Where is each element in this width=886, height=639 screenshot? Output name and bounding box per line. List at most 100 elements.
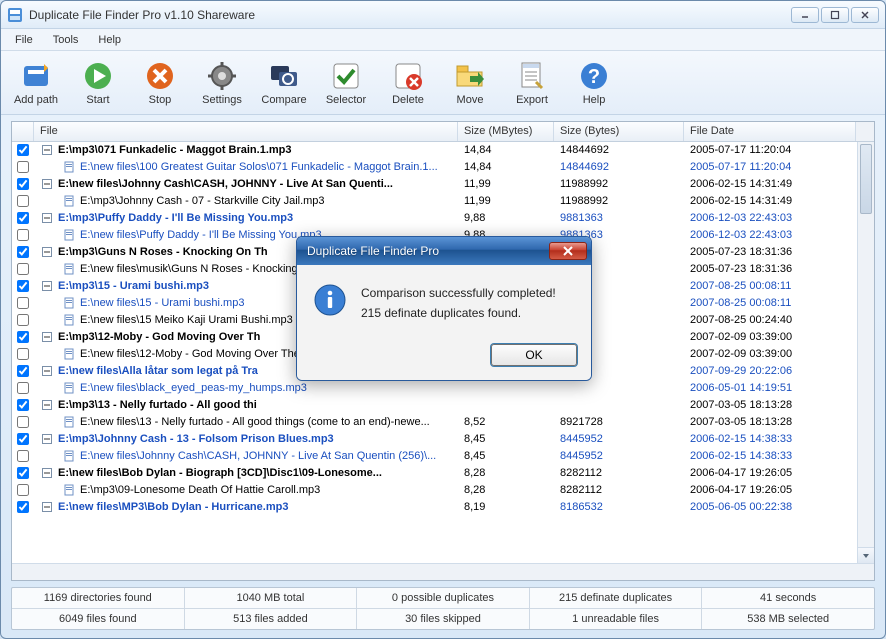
selector-button[interactable]: Selector: [315, 54, 377, 112]
file-icon: [62, 296, 76, 310]
row-checkbox[interactable]: [17, 178, 29, 190]
addpath-icon: [20, 60, 52, 92]
file-path: E:\new files\13 - Nelly furtado - All go…: [80, 416, 430, 428]
row-checkbox[interactable]: [17, 195, 29, 207]
collapse-icon[interactable]: [40, 398, 54, 412]
table-row[interactable]: E:\mp3\09-Lonesome Death Of Hattie Carol…: [12, 482, 874, 499]
column-file[interactable]: File: [34, 122, 458, 141]
window-title: Duplicate File Finder Pro v1.10 Sharewar…: [29, 8, 791, 22]
stop-button[interactable]: Stop: [129, 54, 191, 112]
collapse-icon[interactable]: [40, 211, 54, 225]
row-checkbox[interactable]: [17, 450, 29, 462]
collapse-icon[interactable]: [40, 466, 54, 480]
table-row[interactable]: E:\mp3\13 - Nelly furtado - All good thi…: [12, 397, 874, 414]
row-checkbox[interactable]: [17, 144, 29, 156]
close-button[interactable]: [851, 7, 879, 23]
file-icon: [62, 449, 76, 463]
file-date: 2007-02-09 03:39:00: [684, 348, 856, 360]
table-row[interactable]: E:\new files\13 - Nelly furtado - All go…: [12, 414, 874, 431]
column-size-mb[interactable]: Size (MBytes): [458, 122, 554, 141]
help-button[interactable]: ? Help: [563, 54, 625, 112]
info-icon: [313, 283, 347, 317]
dialog-footer: OK: [297, 336, 591, 380]
collapse-icon[interactable]: [40, 432, 54, 446]
row-checkbox[interactable]: [17, 229, 29, 241]
collapse-icon[interactable]: [40, 279, 54, 293]
menu-file[interactable]: File: [5, 31, 43, 49]
statusbar: 1169 directories found 1040 MB total 0 p…: [11, 587, 875, 630]
selector-icon: [330, 60, 362, 92]
row-checkbox[interactable]: [17, 382, 29, 394]
file-path: E:\new files\15 Meiko Kaji Urami Bushi.m…: [80, 314, 293, 326]
table-row[interactable]: E:\new files\100 Greatest Guitar Solos\0…: [12, 159, 874, 176]
row-checkbox[interactable]: [17, 280, 29, 292]
compare-label: Compare: [261, 94, 306, 106]
move-button[interactable]: Move: [439, 54, 501, 112]
file-date: 2007-08-25 00:08:11: [684, 297, 856, 309]
row-checkbox[interactable]: [17, 399, 29, 411]
compare-button[interactable]: Compare: [253, 54, 315, 112]
file-path: E:\new files\Alla låtar som legat på Tra: [58, 365, 258, 377]
collapse-icon[interactable]: [40, 330, 54, 344]
column-size-b[interactable]: Size (Bytes): [554, 122, 684, 141]
minimize-button[interactable]: [791, 7, 819, 23]
dialog-ok-button[interactable]: OK: [491, 344, 577, 366]
file-date: 2006-12-03 22:43:03: [684, 229, 856, 241]
table-row[interactable]: E:\new files\Bob Dylan - Biograph [3CD]\…: [12, 465, 874, 482]
row-checkbox[interactable]: [17, 365, 29, 377]
maximize-button[interactable]: [821, 7, 849, 23]
vertical-scrollbar[interactable]: [857, 142, 874, 563]
column-check[interactable]: [12, 122, 34, 141]
scrollbar-thumb[interactable]: [860, 144, 872, 214]
row-checkbox[interactable]: [17, 484, 29, 496]
row-checkbox[interactable]: [17, 433, 29, 445]
size-bytes: 8445952: [554, 433, 684, 445]
row-checkbox[interactable]: [17, 348, 29, 360]
addpath-button[interactable]: Add path: [5, 54, 67, 112]
settings-button[interactable]: Settings: [191, 54, 253, 112]
row-checkbox[interactable]: [17, 263, 29, 275]
table-row[interactable]: E:\mp3\Johnny Cash - 07 - Starkville Cit…: [12, 193, 874, 210]
row-checkbox[interactable]: [17, 331, 29, 343]
file-date: 2005-07-23 18:31:36: [684, 246, 856, 258]
status-selected: 538 MB selected: [702, 609, 874, 629]
delete-button[interactable]: Delete: [377, 54, 439, 112]
row-checkbox[interactable]: [17, 416, 29, 428]
table-row[interactable]: E:\mp3\071 Funkadelic - Maggot Brain.1.m…: [12, 142, 874, 159]
column-date[interactable]: File Date: [684, 122, 856, 141]
file-path: E:\mp3\09-Lonesome Death Of Hattie Carol…: [80, 484, 320, 496]
dialog-close-button[interactable]: [549, 242, 587, 260]
table-row[interactable]: E:\new files\Johnny Cash\CASH, JOHNNY - …: [12, 448, 874, 465]
row-checkbox[interactable]: [17, 246, 29, 258]
menu-tools[interactable]: Tools: [43, 31, 89, 49]
collapse-icon[interactable]: [40, 177, 54, 191]
row-checkbox[interactable]: [17, 161, 29, 173]
table-row[interactable]: E:\new files\MP3\Bob Dylan - Hurricane.m…: [12, 499, 874, 516]
file-icon: [62, 313, 76, 327]
row-checkbox[interactable]: [17, 297, 29, 309]
status-definate: 215 definate duplicates: [530, 588, 703, 608]
scroll-down-arrow[interactable]: [858, 547, 874, 563]
row-checkbox[interactable]: [17, 314, 29, 326]
table-row[interactable]: E:\new files\Johnny Cash\CASH, JOHNNY - …: [12, 176, 874, 193]
dialog-titlebar[interactable]: Duplicate File Finder Pro: [297, 237, 591, 265]
collapse-icon[interactable]: [40, 364, 54, 378]
collapse-icon[interactable]: [40, 245, 54, 259]
table-row[interactable]: E:\new files\black_eyed_peas-my_humps.mp…: [12, 380, 874, 397]
start-button[interactable]: Start: [67, 54, 129, 112]
collapse-icon[interactable]: [40, 143, 54, 157]
stop-label: Stop: [149, 94, 172, 106]
table-row[interactable]: E:\mp3\Puffy Daddy - I'll Be Missing You…: [12, 210, 874, 227]
menu-help[interactable]: Help: [88, 31, 131, 49]
horizontal-scrollbar[interactable]: [12, 563, 874, 580]
size-mb: 11,99: [458, 195, 554, 207]
row-checkbox[interactable]: [17, 467, 29, 479]
size-mb: 11,99: [458, 178, 554, 190]
completion-dialog: Duplicate File Finder Pro Comparison suc…: [296, 236, 592, 381]
collapse-icon[interactable]: [40, 500, 54, 514]
file-path: E:\new files\100 Greatest Guitar Solos\0…: [80, 161, 438, 173]
export-button[interactable]: Export: [501, 54, 563, 112]
row-checkbox[interactable]: [17, 212, 29, 224]
table-row[interactable]: E:\mp3\Johnny Cash - 13 - Folsom Prison …: [12, 431, 874, 448]
row-checkbox[interactable]: [17, 501, 29, 513]
